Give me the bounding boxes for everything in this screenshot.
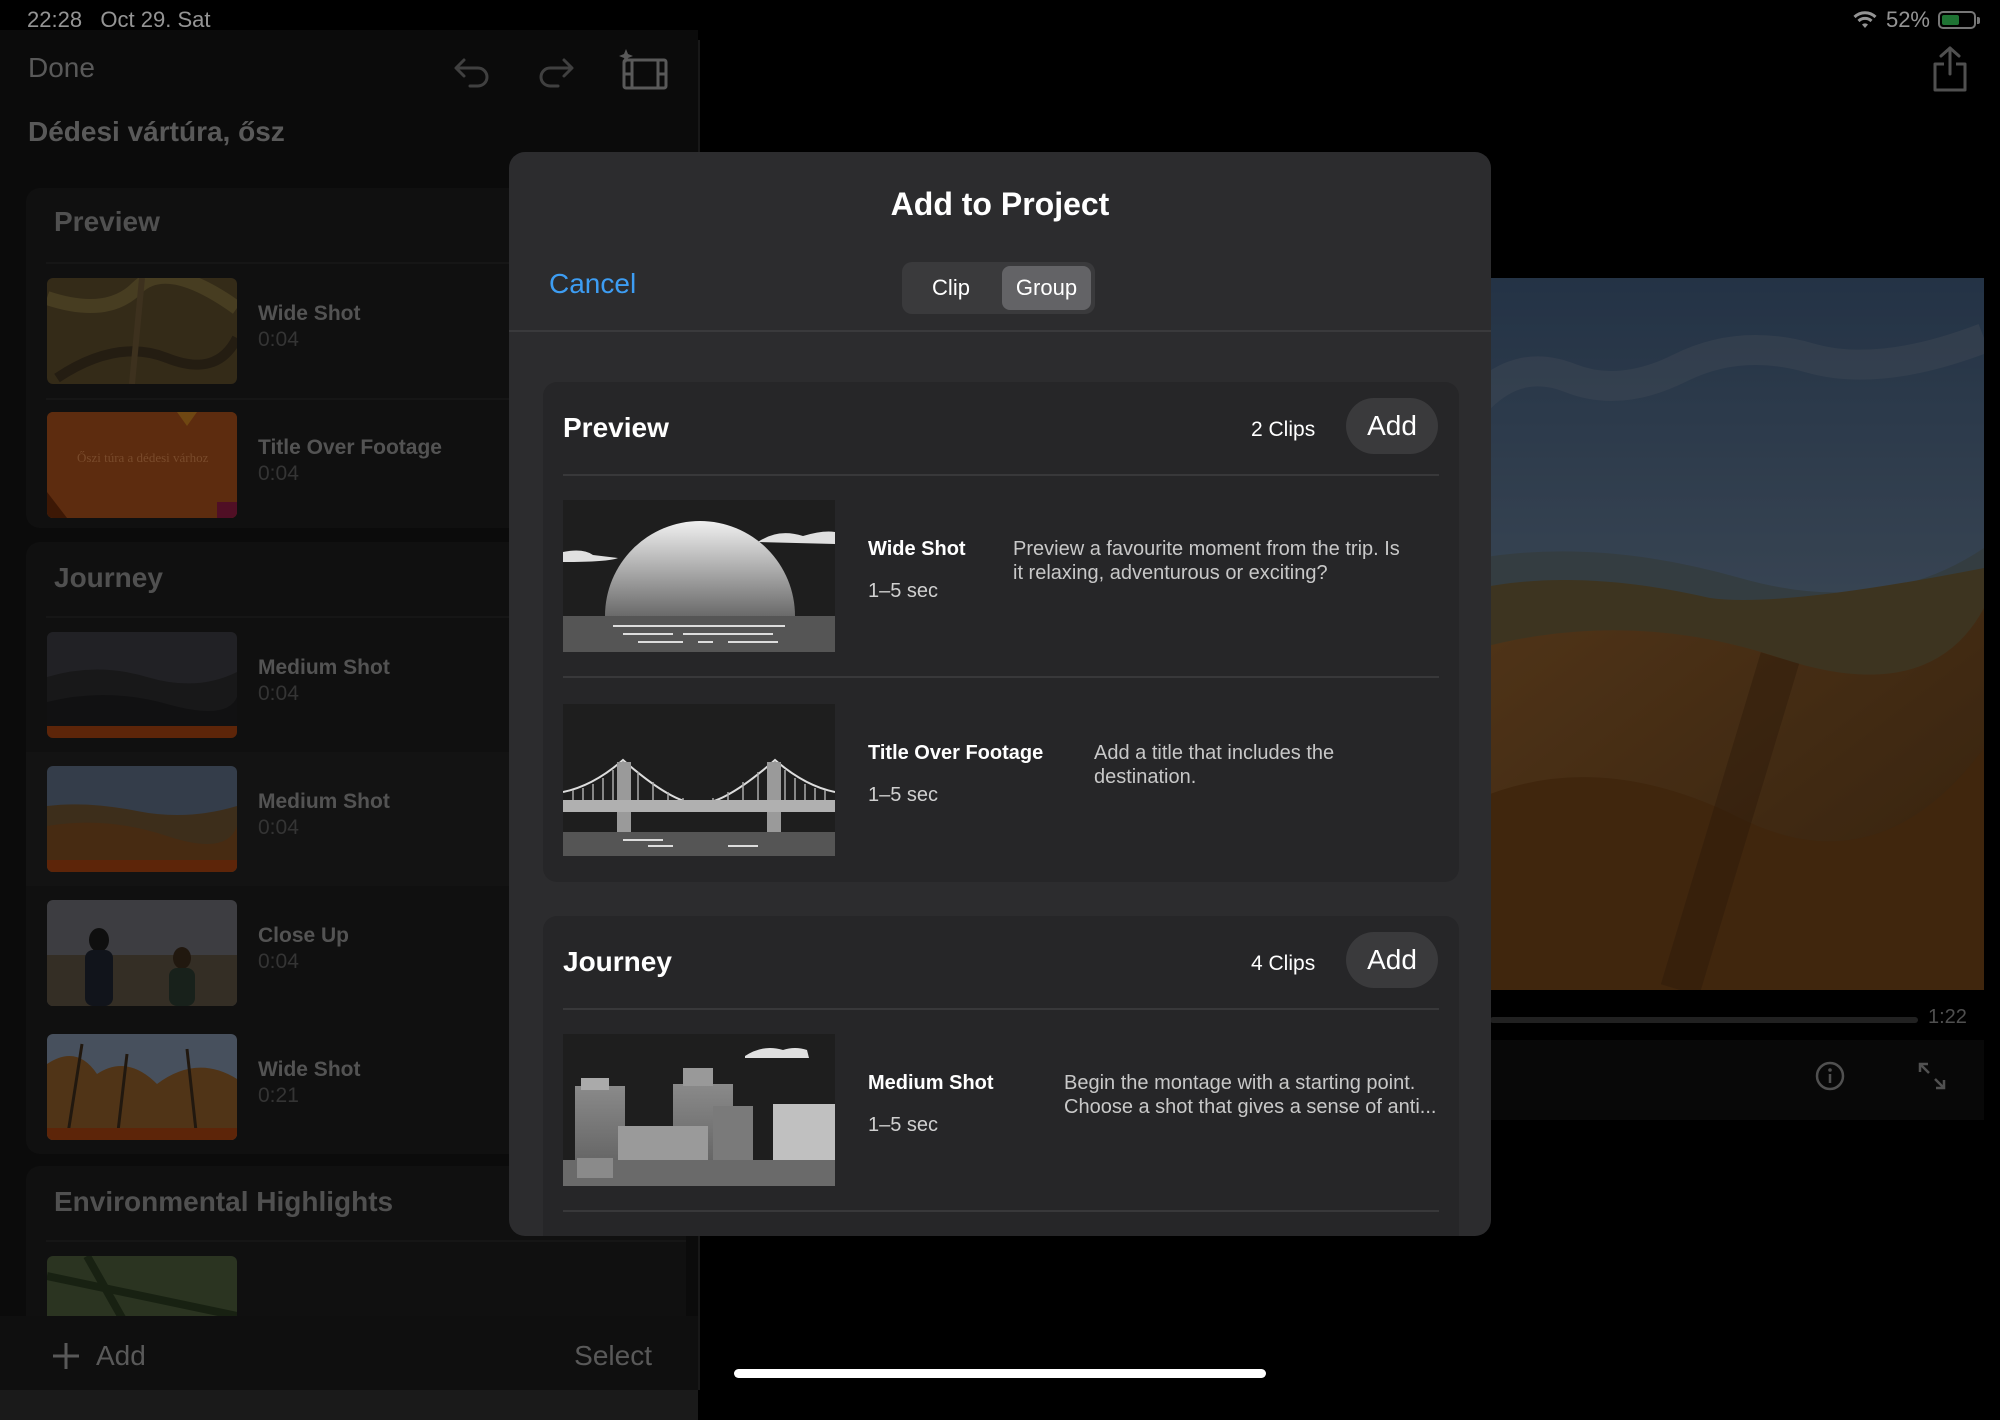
clip-title: Wide Shot: [868, 538, 966, 560]
clip-duration: 1–5 sec: [868, 784, 939, 806]
clip-duration: 1–5 sec: [868, 1114, 939, 1136]
sheet-title: Add to Project: [890, 186, 1110, 222]
clip-title: Medium Shot: [868, 1072, 994, 1094]
clip-illustration: [563, 500, 835, 652]
add-to-project-sheet: Add to Project Cancel Clip Group Preview…: [509, 152, 1491, 1236]
group-clip-count: 2 Clips: [1251, 418, 1316, 441]
clip-title: Title Over Footage: [868, 742, 1044, 764]
clip-group-segmented-control: Clip Group: [902, 262, 1095, 314]
segment-group[interactable]: Group: [1002, 266, 1091, 310]
group-title: Preview: [563, 412, 669, 443]
clip-illustration: [563, 704, 835, 856]
segment-clip[interactable]: Clip: [906, 266, 996, 310]
add-group-button[interactable]: Add: [1346, 398, 1438, 454]
add-group-button[interactable]: Add: [1346, 932, 1438, 988]
clip-description: Preview a favourite moment from the trip…: [1013, 538, 1400, 584]
clip-duration: 1–5 sec: [868, 580, 939, 602]
clip-description: Begin the montage with a starting point.…: [1064, 1072, 1437, 1118]
cancel-button[interactable]: Cancel: [549, 268, 636, 300]
group-clip-count: 4 Clips: [1251, 952, 1316, 975]
group-title: Journey: [563, 946, 672, 977]
group-card-journey: Journey 4 Clips Add Medium Shot 1–5 sec …: [543, 916, 1459, 1236]
clip-illustration: [563, 1034, 835, 1186]
clip-description: Add a title that includes the destinatio…: [1094, 742, 1335, 788]
home-indicator[interactable]: [734, 1369, 1266, 1378]
group-card-preview: Preview 2 Clips Add Wide Shot 1–5 sec Pr…: [543, 382, 1459, 882]
